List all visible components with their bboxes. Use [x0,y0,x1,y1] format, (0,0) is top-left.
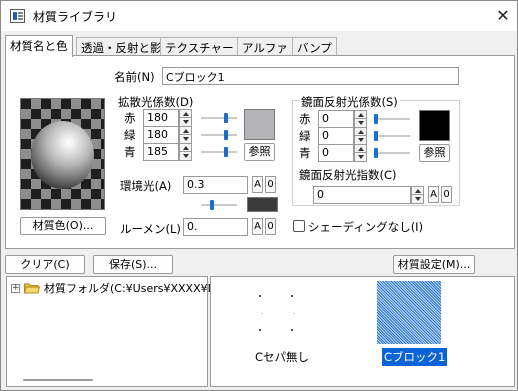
material-item-cblock1[interactable] [377,281,441,344]
specular-exponent-label: 鏡面反射光指数(C) [299,168,397,182]
diffuse-blue-spinner[interactable] [179,143,192,161]
material-settings-button[interactable]: 材質設定(M)... [393,255,475,274]
ambient-label: 環境光(A) [120,179,172,193]
material-item-label-selected[interactable]: Cブロック1 [382,348,448,366]
diffuse-green-label: 緑 [124,128,136,142]
specular-green-spinner[interactable] [354,127,367,145]
lumen-label: ルーメン(L) [120,222,181,236]
specular-green-input[interactable]: 0 [318,127,354,145]
material-item-label[interactable]: Cセパ無し [255,349,309,365]
folder-icon [23,282,41,294]
diffuse-green-input[interactable]: 180 [143,126,179,144]
material-color-button[interactable]: 材質色(O)... [20,217,106,235]
lumen-a-button[interactable]: A [252,218,263,235]
diffuse-red-slider[interactable] [201,113,237,123]
title-bar: 材質ライブラリ ✕ [1,1,517,31]
material-item-cseparator-none[interactable] [241,283,305,347]
ambient-zero-button[interactable]: 0 [265,176,276,193]
specular-exponent-zero-button[interactable]: 0 [441,186,452,203]
sphere-preview-icon [31,121,94,189]
specular-red-spinner[interactable] [354,110,367,128]
tab-material-name-color[interactable]: 材質名と色 [5,35,73,57]
specular-green-label: 緑 [299,129,311,143]
diffuse-red-input[interactable]: 180 [143,109,179,127]
close-icon[interactable]: ✕ [493,6,513,26]
diffuse-red-label: 赤 [124,111,136,125]
material-library-window: 材質ライブラリ ✕ 材質名と色 透過・反射と影 テクスチャー アルファ バンプ … [0,0,518,391]
specular-group: 鏡面反射光係数(S) 赤 0 緑 0 青 0 参照 鏡面反射光指数(C) 0 A… [292,94,460,206]
tab-panel: 名前(N) Cブロック1 材質色(O)... 拡散光係数(D) 赤 180 緑 … [5,55,515,249]
material-list[interactable]: Cセパ無し Cブロック1 [210,276,515,387]
name-label: 名前(N) [114,70,155,84]
folder-label[interactable]: 材質フォルダ(C:¥Users¥XXXX¥Do [44,280,223,296]
material-preview [20,98,105,210]
specular-title: 鏡面反射光係数(S) [299,94,400,110]
ambient-input[interactable]: 0.3 [183,176,248,194]
folder-tree[interactable]: + 材質フォルダ(C:¥Users¥XXXX¥Do [6,276,223,387]
specular-red-input[interactable]: 0 [318,110,354,128]
diffuse-reference-button[interactable]: 参照 [244,143,275,161]
app-icon [10,9,25,23]
specular-exponent-input[interactable]: 0 [313,186,411,204]
lumen-input[interactable]: 0. [183,218,248,236]
tab-texture[interactable]: テクスチャー [160,37,239,56]
name-input[interactable]: Cブロック1 [162,67,459,85]
diffuse-group: 拡散光係数(D) 赤 180 緑 180 青 185 参照 [118,94,282,166]
tab-transparency-reflection[interactable]: 透過・反射と影 [76,37,167,56]
ambient-a-button[interactable]: A [252,176,263,193]
tab-alpha[interactable]: アルファ [237,37,293,56]
diffuse-green-slider[interactable] [201,130,237,140]
diffuse-blue-slider[interactable] [201,147,237,157]
diffuse-blue-label: 青 [124,145,136,159]
specular-reference-button[interactable]: 参照 [419,144,450,162]
specular-red-label: 赤 [299,112,311,126]
specular-exponent-a-button[interactable]: A [428,186,439,203]
diffuse-red-spinner[interactable] [179,109,192,127]
ambient-color-swatch[interactable] [247,197,278,212]
ambient-slider[interactable] [201,200,237,210]
no-shading-checkbox[interactable] [293,220,305,232]
specular-green-slider[interactable] [374,131,410,141]
lumen-zero-button[interactable]: 0 [265,218,276,235]
clear-button[interactable]: クリア(C) [5,255,85,274]
specular-blue-input[interactable]: 0 [318,144,354,162]
tab-bump[interactable]: バンプ [292,37,337,56]
no-shading-label: シェーディングなし(I) [308,220,424,234]
diffuse-title: 拡散光係数(D) [118,94,194,110]
specular-blue-spinner[interactable] [354,144,367,162]
specular-blue-label: 青 [299,146,311,160]
window-title: 材質ライブラリ [33,10,118,24]
specular-color-swatch[interactable] [419,110,450,141]
diffuse-color-swatch[interactable] [244,109,275,140]
tree-expander-icon[interactable]: + [11,284,20,293]
specular-red-slider[interactable] [374,114,410,124]
save-button[interactable]: 保存(S)... [93,255,173,274]
specular-blue-slider[interactable] [374,148,410,158]
horizontal-scrollbar[interactable] [23,379,93,381]
specular-exponent-spinner[interactable] [411,186,424,204]
diffuse-blue-input[interactable]: 185 [143,143,179,161]
diffuse-green-spinner[interactable] [179,126,192,144]
